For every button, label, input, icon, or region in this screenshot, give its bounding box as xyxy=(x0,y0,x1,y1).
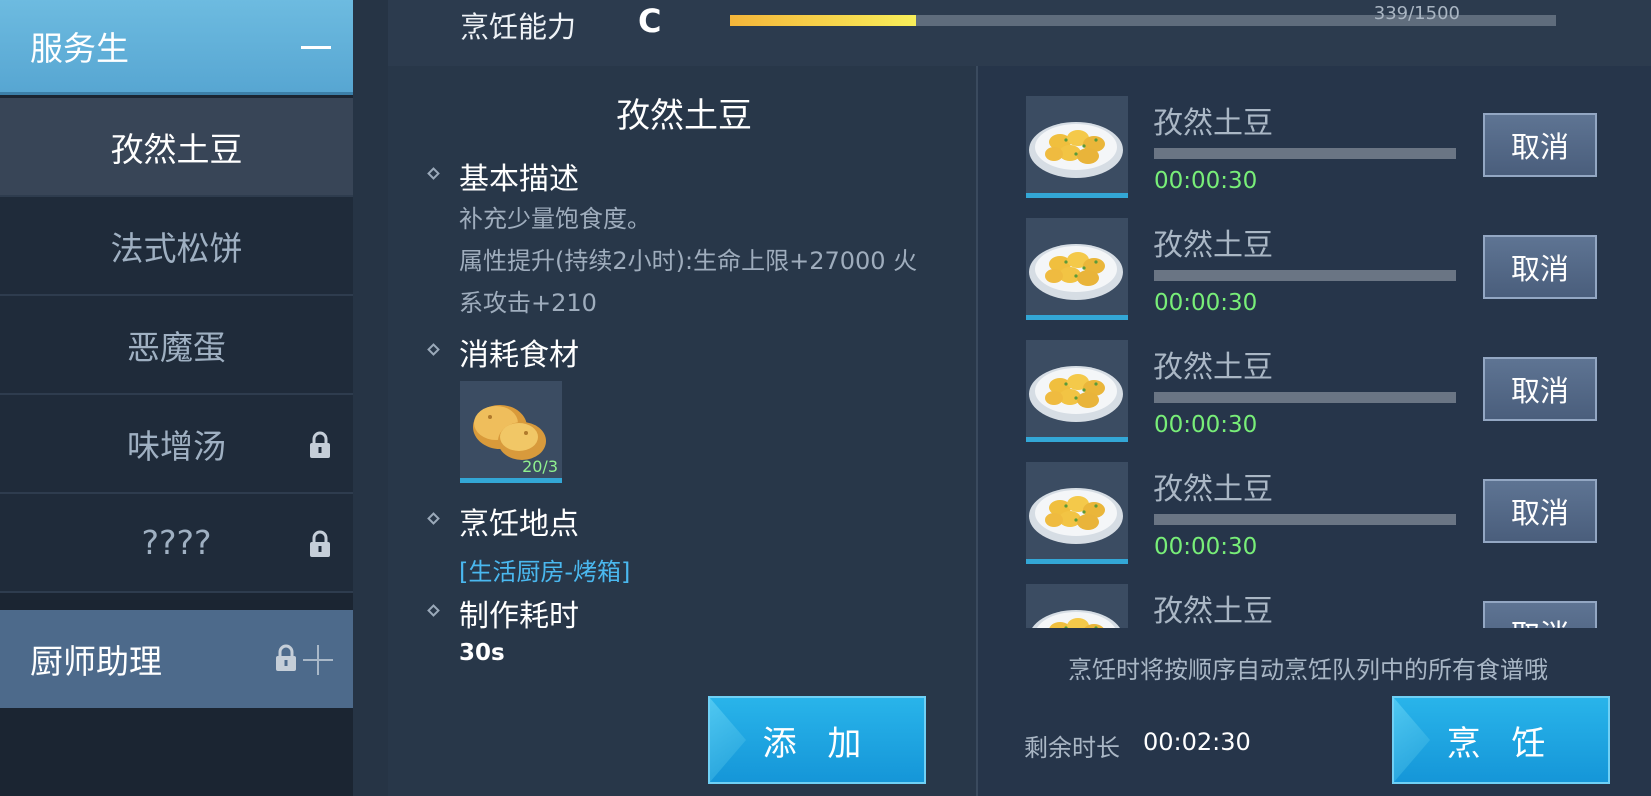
queue-item-progress xyxy=(1154,514,1456,525)
queue-item-thumbnail xyxy=(1026,584,1128,628)
recipe-item-miso-soup[interactable]: 味增汤 xyxy=(0,395,353,494)
recipe-sidebar: 服务生 孜然土豆 法式松饼 恶魔蛋 味增汤 ???? 厨师助理 xyxy=(0,0,353,796)
queue-item: 孜然土豆 00:00:30 取消 xyxy=(1020,88,1620,200)
recipe-description-line1: 补充少量饱食度。 xyxy=(459,205,651,233)
queue-item-time: 00:00:30 xyxy=(1154,290,1258,316)
lock-icon xyxy=(310,431,330,458)
roasted-potato-dish-icon xyxy=(1029,366,1123,422)
cook-button[interactable]: 烹 饪 xyxy=(1392,696,1610,784)
queue-item-time: 00:00:30 xyxy=(1154,168,1258,194)
cancel-button[interactable]: 取消 xyxy=(1483,601,1597,628)
roasted-potato-dish-icon xyxy=(1029,244,1123,300)
queue-item-progress xyxy=(1154,392,1456,403)
roasted-potato-dish-icon xyxy=(1029,488,1123,544)
cooking-duration: 30s xyxy=(459,640,505,666)
queue-item: 孜然土豆00:00:30取消 xyxy=(1020,576,1620,628)
ingredient-slot[interactable]: 20/3 xyxy=(460,381,562,483)
cooking-skill-count: 339/1500 xyxy=(1373,3,1460,24)
ingredient-count: 20/3 xyxy=(522,457,558,476)
queue-hint: 烹饪时将按顺序自动烹饪队列中的所有食谱哦 xyxy=(1068,656,1548,684)
section-basic-title: 基本描述 xyxy=(459,162,579,197)
remaining-time-value: 00:02:30 xyxy=(1143,728,1251,756)
cancel-button[interactable]: 取消 xyxy=(1483,357,1597,421)
cooking-skill-label: 烹饪能力 xyxy=(460,10,577,44)
queue-item-progress xyxy=(1154,270,1456,281)
recipe-item-label: 恶魔蛋 xyxy=(127,327,226,367)
queue-item-name: 孜然土豆 xyxy=(1153,350,1273,385)
recipe-item-deviled-egg[interactable]: 恶魔蛋 xyxy=(0,296,353,395)
cooking-skill-grade: C xyxy=(638,2,662,40)
section-location-title: 烹饪地点 xyxy=(459,507,579,542)
queue-item-name: 孜然土豆 xyxy=(1153,106,1273,141)
queue-item: 孜然土豆 00:00:30 取消 xyxy=(1020,210,1620,322)
cancel-button[interactable]: 取消 xyxy=(1483,113,1597,177)
skill-bar xyxy=(388,0,1651,66)
section-duration-title: 制作耗时 xyxy=(459,599,579,634)
add-button-label: 添 加 xyxy=(762,723,872,764)
expand-icon[interactable] xyxy=(303,645,333,675)
queue-item-thumbnail xyxy=(1026,218,1128,320)
collapse-icon[interactable] xyxy=(301,46,331,49)
recipe-item-french-waffle[interactable]: 法式松饼 xyxy=(0,197,353,296)
recipe-item-cumin-potato[interactable]: 孜然土豆 xyxy=(0,98,353,197)
recipe-item-label: ???? xyxy=(141,523,212,562)
button-arrow-decoration xyxy=(710,698,746,782)
recipe-item-label: 味增汤 xyxy=(127,426,226,466)
queue-item: 孜然土豆 00:00:30 取消 xyxy=(1020,332,1620,444)
category-chef-assistant-label: 厨师助理 xyxy=(30,642,162,681)
recipe-title: 孜然土豆 xyxy=(616,96,752,136)
category-waiter-label: 服务生 xyxy=(30,29,129,68)
roasted-potato-dish-icon xyxy=(1032,610,1120,628)
recipe-item-label: 法式松饼 xyxy=(110,228,243,268)
section-materials-title: 消耗食材 xyxy=(459,338,579,373)
cooking-queue-list[interactable]: 孜然土豆 00:00:30 取消 孜然土豆 00:00:30 取消 孜然土豆 00:00:30… xyxy=(1020,88,1620,628)
roasted-potato-dish-icon xyxy=(1029,122,1123,178)
queue-item-thumbnail xyxy=(1026,340,1128,442)
remaining-time-label: 剩余时长 xyxy=(1024,734,1120,762)
lock-icon xyxy=(310,530,330,557)
cancel-button[interactable]: 取消 xyxy=(1483,235,1597,299)
cancel-button[interactable]: 取消 xyxy=(1483,479,1597,543)
queue-item-time: 00:00:30 xyxy=(1154,534,1258,560)
queue-item-name: 孜然土豆 xyxy=(1153,594,1273,628)
category-chef-assistant[interactable]: 厨师助理 xyxy=(0,610,353,708)
button-arrow-decoration xyxy=(1394,698,1430,782)
queue-item-name: 孜然土豆 xyxy=(1153,228,1273,263)
queue-item-time: 00:00:30 xyxy=(1154,412,1258,438)
queue-item-progress xyxy=(1154,148,1456,159)
cooking-skill-progress-fill xyxy=(730,15,916,26)
category-waiter[interactable]: 服务生 xyxy=(0,0,353,95)
add-to-queue-button[interactable]: 添 加 xyxy=(708,696,926,784)
lock-icon xyxy=(276,644,296,671)
queue-item: 孜然土豆 00:00:30 取消 xyxy=(1020,454,1620,566)
cooking-location-link[interactable]: [生活厨房-烤箱] xyxy=(459,552,630,587)
cook-button-label: 烹 饪 xyxy=(1446,723,1556,764)
recipe-item-label: 孜然土豆 xyxy=(110,129,243,169)
queue-item-name: 孜然土豆 xyxy=(1153,472,1273,507)
queue-item-thumbnail xyxy=(1026,462,1128,564)
cooking-skill-progress: 339/1500 xyxy=(730,3,1556,26)
recipe-description-line2: 属性提升(持续2小时):生命上限+27000 火系攻击+210 xyxy=(459,247,918,317)
recipe-item-unknown[interactable]: ???? xyxy=(0,494,353,593)
queue-item-thumbnail xyxy=(1026,96,1128,198)
